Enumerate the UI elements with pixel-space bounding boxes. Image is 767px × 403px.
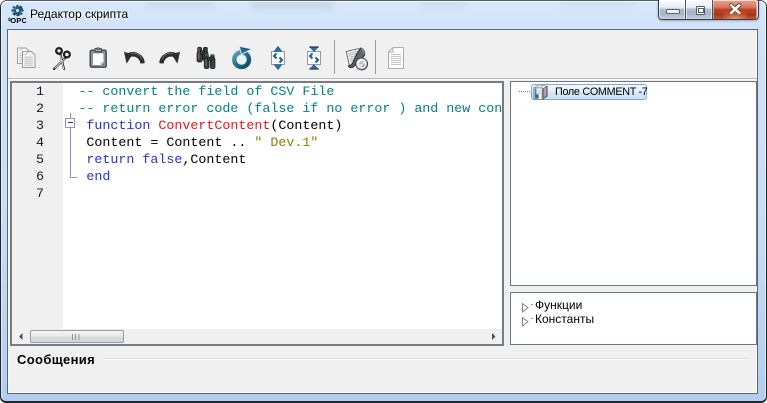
svg-text:OPC: OPC	[10, 16, 26, 23]
